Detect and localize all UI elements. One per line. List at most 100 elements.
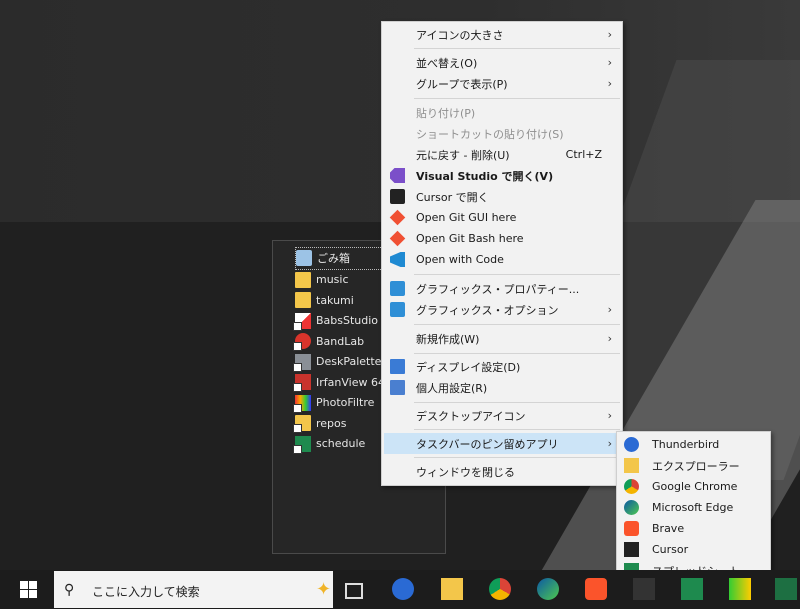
desktop-icon-label: PhotoFiltre <box>316 396 375 410</box>
pinned-apps-submenu: Thunderbird エクスプローラー Google Chrome Micro… <box>616 431 771 587</box>
menu-item-desktop-icons[interactable]: デスクトップアイコン › <box>384 405 620 426</box>
menu-item-git-gui[interactable]: Open Git GUI here <box>384 207 620 228</box>
spreadsheet-icon[interactable] <box>681 578 703 600</box>
desktop-icon-music[interactable]: music <box>295 270 385 291</box>
menu-item-graphics-properties[interactable]: グラフィックス・プロパティー... <box>384 278 620 299</box>
chevron-right-icon: › <box>607 409 612 422</box>
submenu-item-chrome[interactable]: Google Chrome <box>619 476 768 497</box>
desktop-icon-schedule[interactable]: schedule <box>293 434 385 455</box>
chevron-right-icon: › <box>607 303 612 316</box>
desktop-icon-label: music <box>316 273 349 287</box>
menu-item-open-cursor[interactable]: Cursor で開く <box>384 186 620 207</box>
taskbar-search-box[interactable]: ⚲ ここに入力して検索 ✦ <box>54 571 333 608</box>
desktop-context-menu: アイコンの大きさ › 並べ替え(O) › グループで表示(P) › 貼り付け(P… <box>381 21 623 486</box>
desktop-icon-repos[interactable]: repos <box>293 413 385 434</box>
search-placeholder: ここに入力して検索 <box>92 585 200 599</box>
chevron-right-icon: › <box>607 56 612 69</box>
bandlab-icon <box>293 333 311 352</box>
menu-item-label: Visual Studio で開く(V) <box>416 169 554 183</box>
menu-item-label: グラフィックス・プロパティー... <box>416 282 580 296</box>
menu-item-label: ショートカットの貼り付け(S) <box>416 127 564 141</box>
menu-item-icon-size[interactable]: アイコンの大きさ › <box>384 24 620 45</box>
desktop-icon-photofiltre[interactable]: PhotoFiltre <box>293 393 385 414</box>
graphics-icon <box>390 302 405 317</box>
chevron-right-icon: › <box>607 437 612 450</box>
git-icon <box>389 209 406 226</box>
display-settings-icon <box>390 359 405 374</box>
menu-item-sort[interactable]: 並べ替え(O) › <box>384 52 620 73</box>
brave-icon[interactable] <box>585 578 607 600</box>
submenu-item-label: Brave <box>652 522 685 535</box>
menu-item-label: Open Git Bash here <box>416 232 524 245</box>
menu-item-git-bash[interactable]: Open Git Bash here <box>384 228 620 249</box>
desktop-icon-babsstudio[interactable]: BabsStudio <box>293 311 385 332</box>
cursor-icon[interactable] <box>633 578 655 600</box>
menu-item-open-with-code[interactable]: Open with Code <box>384 249 620 270</box>
edge-icon[interactable] <box>537 578 559 600</box>
chrome-icon <box>624 479 639 494</box>
submenu-item-label: Google Chrome <box>652 480 738 493</box>
menu-item-display-settings[interactable]: ディスプレイ設定(D) <box>384 356 620 377</box>
menu-item-close-window[interactable]: ウィンドウを閉じる <box>384 461 620 482</box>
submenu-item-label: エクスプローラー <box>652 459 740 473</box>
explorer-icon[interactable] <box>441 578 463 600</box>
desktop-icon-label: schedule <box>316 437 366 451</box>
copilot-sparkle-icon: ✦ <box>316 579 332 600</box>
submenu-item-explorer[interactable]: エクスプローラー <box>619 455 768 476</box>
menu-item-undo-delete[interactable]: 元に戻す - 削除(U) Ctrl+Z <box>384 144 620 165</box>
chevron-right-icon: › <box>607 332 612 345</box>
menu-item-label: ディスプレイ設定(D) <box>416 360 521 374</box>
desktop-icon-bandlab[interactable]: BandLab <box>293 331 385 352</box>
desktop-icon-takumi[interactable]: takumi <box>295 290 385 311</box>
menu-item-open-visual-studio[interactable]: Visual Studio で開く(V) <box>384 165 620 186</box>
menu-item-label: Open Git GUI here <box>416 211 517 224</box>
desktop-icon-label: BabsStudio <box>316 314 379 328</box>
graphics-icon <box>390 281 405 296</box>
menu-item-label: Cursor で開く <box>416 190 489 204</box>
menu-item-paste-shortcut: ショートカットの貼り付け(S) <box>384 123 620 144</box>
vscode-icon <box>390 252 405 267</box>
submenu-item-thunderbird[interactable]: Thunderbird <box>619 434 768 455</box>
menu-separator <box>414 98 620 99</box>
menu-item-personalize[interactable]: 個人用設定(R) <box>384 377 620 398</box>
desktop-icon-label: ごみ箱 <box>317 252 350 266</box>
menu-item-graphics-options[interactable]: グラフィックス・オプション › <box>384 299 620 320</box>
desktop-icon-irfanview[interactable]: IrfanView 64 <box>293 372 385 393</box>
menu-separator <box>414 324 620 325</box>
menu-item-new[interactable]: 新規作成(W) › <box>384 328 620 349</box>
desktop-icon-label: DeskPalette <box>316 355 382 369</box>
task-view-icon[interactable] <box>345 583 363 599</box>
menu-item-shortcut: Ctrl+Z <box>565 148 602 161</box>
spreadsheet-icon <box>293 435 311 454</box>
menu-item-label: アイコンの大きさ <box>416 28 504 42</box>
menu-item-group-by[interactable]: グループで表示(P) › <box>384 73 620 94</box>
babsstudio-icon <box>293 312 311 331</box>
git-icon <box>389 230 406 247</box>
search-icon: ⚲ <box>64 582 75 598</box>
recycle-bin-icon <box>296 250 312 267</box>
thunderbird-icon <box>624 437 639 452</box>
submenu-item-edge[interactable]: Microsoft Edge <box>619 497 768 518</box>
irfanview-icon <box>293 374 311 393</box>
personalize-icon <box>390 380 405 395</box>
photofiltre-icon <box>293 394 311 413</box>
deskpalette-icon[interactable] <box>729 578 751 600</box>
folder-icon <box>295 292 311 309</box>
chevron-right-icon: › <box>607 28 612 41</box>
menu-item-label: 貼り付け(P) <box>416 106 476 120</box>
menu-item-label: 元に戻す - 削除(U) <box>416 148 510 162</box>
desktop-icon-recycle-bin[interactable]: ごみ箱 <box>295 247 385 270</box>
submenu-item-cursor[interactable]: Cursor <box>619 539 768 560</box>
menu-item-taskbar-pinned-apps[interactable]: タスクバーのピン留めアプリ › <box>384 433 620 454</box>
brave-icon <box>624 521 639 536</box>
taskbar: ⚲ ここに入力して検索 ✦ <box>0 570 800 609</box>
folder-icon <box>293 415 311 434</box>
desktop-icon-deskpalette[interactable]: DeskPalette <box>293 352 385 373</box>
excel-icon[interactable] <box>775 578 797 600</box>
chrome-icon[interactable] <box>489 578 511 600</box>
windows-start-button[interactable] <box>20 581 37 598</box>
menu-separator <box>414 353 620 354</box>
menu-item-paste: 貼り付け(P) <box>384 102 620 123</box>
submenu-item-brave[interactable]: Brave <box>619 518 768 539</box>
thunderbird-icon[interactable] <box>392 578 414 600</box>
